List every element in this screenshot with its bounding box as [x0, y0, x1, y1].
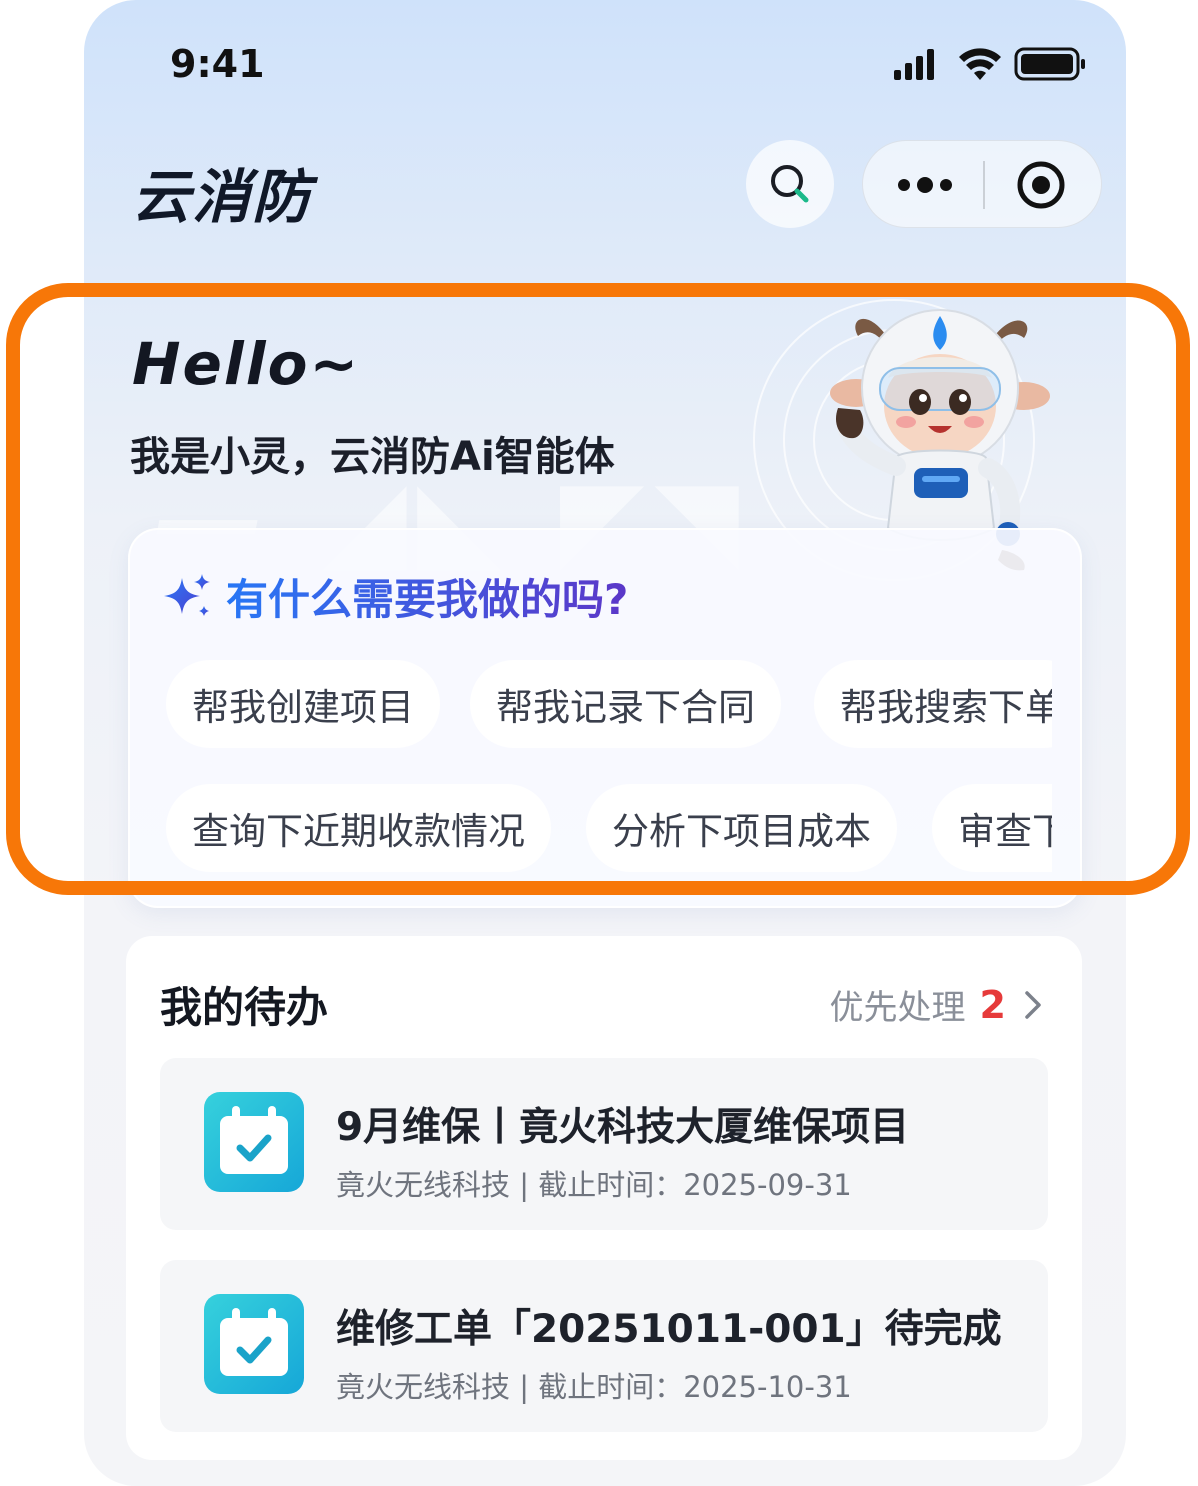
priority-link[interactable]: 优先处理 2	[830, 980, 1042, 1029]
todo-item-title: 9月维保丨竟火科技大厦维保项目	[336, 1105, 910, 1150]
more-button[interactable]	[893, 165, 957, 205]
wifi-icon	[959, 48, 1001, 80]
todo-card: 我的待办 优先处理 2 9月维保丨竟火科技大厦维保项目 竟火无线科技 | 截止时…	[126, 936, 1082, 1460]
todo-item-title: 维修工单「20251011-001」待完成	[336, 1307, 1002, 1352]
capsule-divider	[983, 161, 985, 209]
priority-label: 优先处理	[829, 988, 966, 1028]
chevron-right-icon	[1025, 990, 1041, 1019]
status-time: 9:41	[170, 42, 265, 86]
priority-count: 2	[979, 982, 1006, 1027]
todo-title: 我的待办	[160, 983, 329, 1032]
status-icons	[894, 47, 1085, 81]
target-icon	[1017, 161, 1065, 209]
signal-icon	[894, 49, 934, 80]
miniapp-capsule	[862, 140, 1102, 228]
calendar-check-icon	[204, 1294, 304, 1394]
search-icon	[771, 165, 809, 203]
todo-item-subtitle: 竟火无线科技 | 截止时间：2025-10-31	[336, 1370, 852, 1404]
more-icon	[898, 177, 952, 193]
search-button[interactable]	[746, 140, 834, 228]
app-title: 云消防	[132, 163, 313, 231]
todo-item[interactable]: 9月维保丨竟火科技大厦维保项目 竟火无线科技 | 截止时间：2025-09-31	[160, 1058, 1048, 1230]
close-miniapp-button[interactable]	[1015, 159, 1067, 211]
calendar-check-icon	[204, 1092, 304, 1192]
battery-icon	[1014, 47, 1085, 81]
todo-item-subtitle: 竟火无线科技 | 截止时间：2025-09-31	[336, 1168, 852, 1202]
todo-item[interactable]: 维修工单「20251011-001」待完成 竟火无线科技 | 截止时间：2025…	[160, 1260, 1048, 1432]
highlight-frame	[6, 283, 1190, 895]
